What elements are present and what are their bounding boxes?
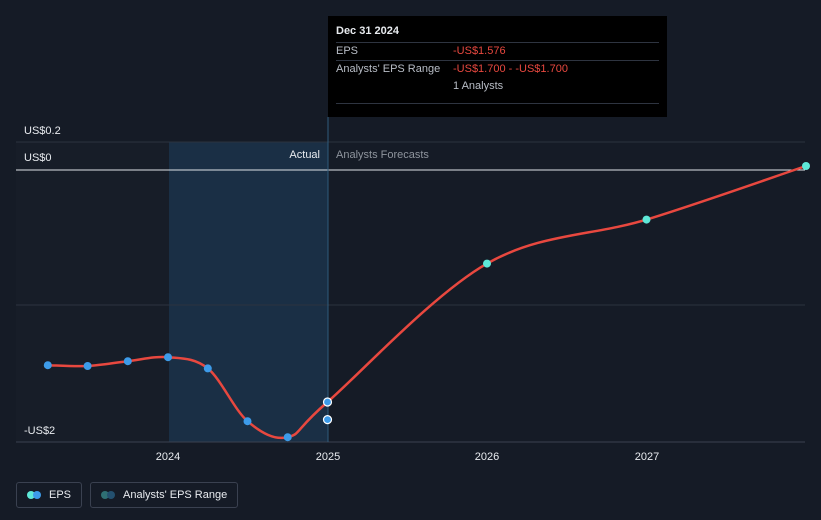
tooltip-eps-key: EPS (336, 45, 359, 57)
legend-range-label: Analysts' EPS Range (123, 489, 228, 501)
eps-point[interactable] (43, 361, 52, 370)
legend-item-eps[interactable]: EPS (16, 482, 83, 508)
x-tick-2024: 2024 (156, 451, 180, 463)
tooltip-date: Dec 31 2024 (336, 25, 399, 37)
y-label-bottom: -US$2 (24, 425, 55, 437)
legend-eps-swatch (27, 491, 41, 499)
forecast-label: Analysts Forecasts (336, 149, 429, 161)
eps-point[interactable] (322, 397, 333, 407)
tooltip: Dec 31 2024 EPS -US$1.576 Analysts' EPS … (328, 16, 667, 117)
legend-range-swatch (101, 491, 116, 499)
tooltip-eps-value: -US$1.576 (453, 45, 506, 57)
actual-shade (169, 142, 328, 442)
tooltip-analysts-count: 1 Analysts (453, 80, 504, 92)
x-tick-2027: 2027 (635, 451, 659, 463)
eps-point[interactable] (123, 357, 132, 366)
eps-point[interactable] (203, 364, 212, 373)
eps-point[interactable] (243, 417, 252, 426)
eps-point[interactable] (164, 353, 172, 362)
legend-item-range[interactable]: Analysts' EPS Range (90, 482, 239, 508)
x-tick-2026: 2026 (475, 451, 499, 463)
eps-point[interactable] (83, 362, 92, 370)
legend-range-dot-b (107, 491, 116, 499)
y-label-top: US$0.2 (24, 125, 61, 137)
tooltip-row-range: Analysts' EPS Range -US$1.700 - -US$1.70… (336, 60, 659, 78)
tooltip-analysts-spacer (336, 78, 453, 95)
history-shade (16, 142, 169, 442)
eps-point[interactable] (642, 215, 651, 224)
tooltip-row-eps: EPS -US$1.576 (336, 42, 659, 60)
eps-point[interactable] (283, 433, 292, 442)
eps-range-point[interactable] (322, 415, 333, 425)
legend: EPS Analysts' EPS Range (16, 482, 239, 508)
eps-point[interactable] (802, 162, 810, 170)
actual-label: Actual (289, 149, 320, 161)
tooltip-divider (336, 103, 659, 104)
legend-eps-label: EPS (49, 489, 72, 501)
y-label-zero: US$0 (24, 152, 52, 164)
eps-point[interactable] (483, 259, 491, 268)
legend-eps-dot-b (33, 491, 41, 499)
x-tick-2025: 2025 (316, 451, 340, 463)
tooltip-row-analysts: 1 Analysts (336, 78, 659, 95)
tooltip-range-key: Analysts' EPS Range (336, 63, 441, 75)
tooltip-range-value: -US$1.700 - -US$1.700 (453, 63, 568, 75)
